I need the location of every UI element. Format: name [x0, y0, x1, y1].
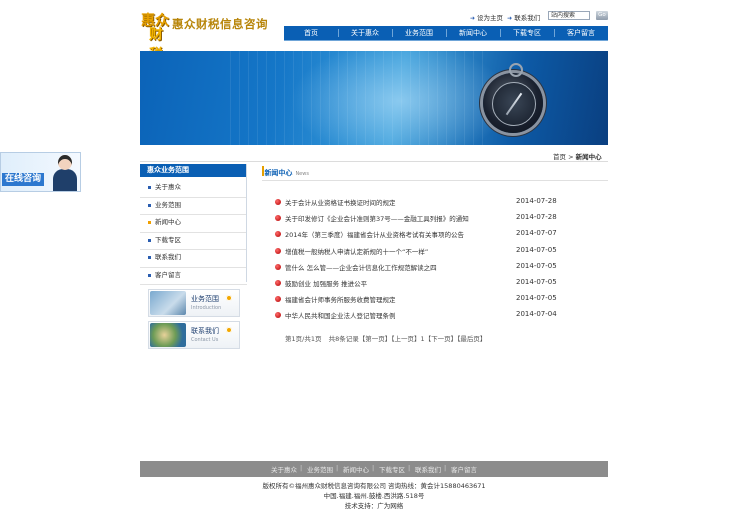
site-logo[interactable]: 惠众 财税 惠众财税信息咨询: [140, 10, 272, 63]
bullet-icon: [275, 247, 281, 254]
sidebar-item-business[interactable]: 业务范围: [140, 198, 247, 215]
promo-contact-us[interactable]: 联系我们 Contact Us: [148, 321, 240, 349]
sidebar-item-guestbook[interactable]: 客户留言: [140, 268, 247, 285]
news-item[interactable]: 增值税一般纳税人申请认定新规的十一个“不一样” 2014-07-05: [274, 245, 574, 261]
news-item[interactable]: 福建省会计师事务所服务收费管理规定 2014-07-05: [274, 293, 574, 309]
pagination: 第1页/共1页 共8条记录【第一页】【上一页】1【下一页】【最后页】: [285, 333, 489, 343]
news-item[interactable]: 关于印发修订《企业会计准则第37号——金融工具列报》的通知 2014-07-28: [274, 212, 574, 228]
footer-address: 中国.福建.福州.鼓楼.西洪路.518号: [323, 492, 425, 500]
nav-news[interactable]: 新闻中心: [446, 26, 500, 40]
bullet-icon: [275, 312, 281, 319]
news-item[interactable]: 关于会计从业资格证书换证时间的规定 2014-07-28: [274, 196, 574, 212]
footer-link-download[interactable]: 下载专区: [372, 464, 410, 474]
arrow-circle-icon: [226, 327, 232, 333]
logo-text: 惠众财税信息咨询: [172, 17, 268, 31]
nav-home[interactable]: 首页: [284, 26, 338, 40]
bullet-icon: [275, 231, 281, 238]
news-item[interactable]: 2014年（第三季度）福建省会计从业资格考试有关事项的公告 2014-07-07: [274, 228, 574, 244]
nav-guestbook[interactable]: 客户留言: [554, 26, 608, 40]
breadcrumb-divider: [140, 161, 608, 162]
banner-glow: [290, 51, 510, 145]
arrow-circle-icon: [226, 295, 232, 301]
footer-nav: 关于惠众 业务范围 新闻中心 下载专区 联系我们 客户留言: [140, 461, 608, 477]
search-input[interactable]: 站内搜索: [548, 11, 590, 20]
top-links: ➜ 设为主页 ➜ 联系我们: [470, 12, 540, 22]
footer-link-guestbook[interactable]: 客户留言: [444, 464, 482, 474]
page-links[interactable]: 共8条记录【第一页】【上一页】1【下一页】【最后页】: [329, 335, 487, 343]
search-button[interactable]: Go: [596, 11, 608, 20]
online-consult-label: 在线咨询: [2, 173, 45, 186]
footer-copyright: 版权所有©福州惠众财税信息咨询有限公司 咨询热线：黄会计15880463671: [262, 482, 486, 490]
breadcrumb: 首页 > 新闻中心: [553, 153, 602, 161]
bullet-icon: [275, 263, 281, 270]
sidebar-item-about[interactable]: 关于惠众: [140, 180, 247, 198]
footer-link-about[interactable]: 关于惠众: [266, 464, 302, 474]
promo-business-scope[interactable]: 业务范围 Introduction: [148, 289, 240, 317]
set-homepage-link[interactable]: 设为主页: [477, 14, 503, 22]
footer-info: 版权所有©福州惠众财税信息咨询有限公司 咨询热线：黄会计15880463671 …: [140, 481, 608, 511]
compass-icon: [483, 63, 543, 133]
footer-link-contact[interactable]: 联系我们: [408, 464, 446, 474]
news-item[interactable]: 鼓励创业 加强服务 推进公平 2014-07-05: [274, 277, 574, 293]
footer-link-business[interactable]: 业务范围: [300, 464, 338, 474]
sidebar-menu: 关于惠众 业务范围 新闻中心 下载专区 联系我们 客户留言: [140, 180, 247, 285]
bullet-icon: [275, 279, 281, 286]
footer-tech-support: 技术支持：广为网络: [344, 502, 404, 510]
breadcrumb-current: 新闻中心: [575, 153, 602, 161]
nav-underline: [284, 40, 608, 41]
sidebar-item-download[interactable]: 下载专区: [140, 233, 247, 250]
arrow-icon: ➜: [507, 15, 513, 22]
news-item[interactable]: 管什么 怎么管——企业会计信息化工作规范解读之四 2014-07-05: [274, 261, 574, 277]
customer-service-avatar: [53, 155, 77, 191]
main-nav: 首页 关于惠众 业务范围 新闻中心 下载专区 客户留言: [284, 26, 608, 40]
nav-about[interactable]: 关于惠众: [338, 26, 392, 40]
section-title: 新闻中心 News: [264, 169, 309, 177]
page-info: 第1页/共1页: [285, 335, 322, 343]
sidebar-title: 惠众业务范围: [140, 164, 247, 177]
news-item[interactable]: 中华人民共和国企业法人登记管理条例 2014-07-04: [274, 309, 574, 325]
sidebar-item-contact[interactable]: 联系我们: [140, 250, 247, 268]
nav-business[interactable]: 业务范围: [392, 26, 446, 40]
sidebar-item-news[interactable]: 新闻中心: [140, 215, 247, 233]
business-image: [150, 291, 186, 315]
bullet-icon: [275, 296, 281, 303]
nav-download[interactable]: 下载专区: [500, 26, 554, 40]
sidebar-border: [246, 164, 247, 282]
online-consult-widget[interactable]: 在线咨询: [0, 152, 81, 192]
bullet-icon: [275, 199, 281, 205]
section-divider: [262, 180, 608, 181]
breadcrumb-home[interactable]: 首页: [553, 153, 566, 161]
bullet-icon: [275, 215, 281, 222]
hero-banner: [140, 51, 608, 145]
news-list: 关于会计从业资格证书换证时间的规定 2014-07-28 关于印发修订《企业会计准…: [274, 196, 574, 326]
globe-image: [150, 323, 186, 347]
arrow-icon: ➜: [470, 15, 476, 22]
footer-link-news[interactable]: 新闻中心: [336, 464, 374, 474]
contact-link[interactable]: 联系我们: [514, 14, 540, 22]
logo-mark: 惠众 财税: [141, 13, 169, 63]
